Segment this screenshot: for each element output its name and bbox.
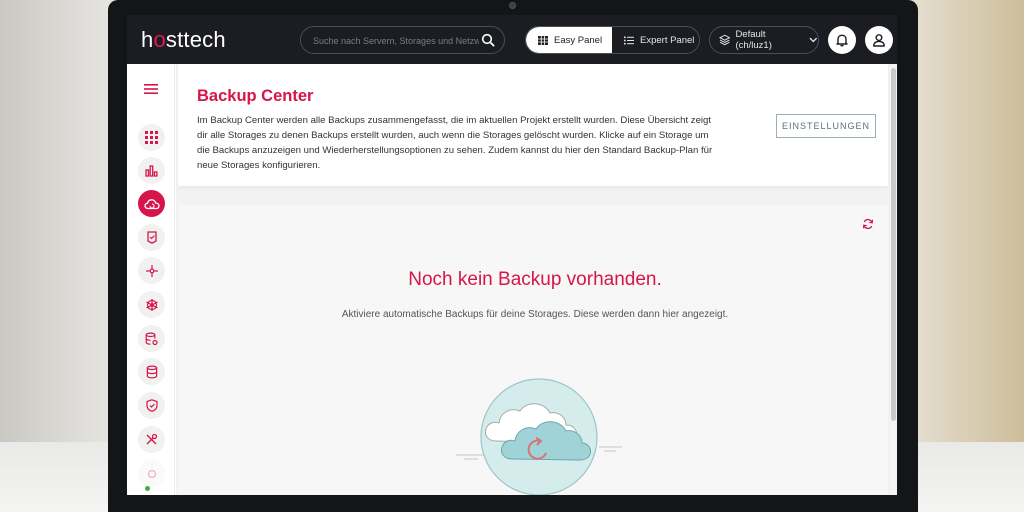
sidebar-item-database-settings[interactable] [138, 325, 165, 352]
security-icon [145, 399, 158, 412]
cloud-illustration [456, 378, 622, 495]
main-content: Backup Center Im Backup Center werden al… [176, 64, 897, 495]
backups-empty-state: Noch kein Backup vorhanden. Aktiviere au… [178, 205, 888, 495]
sidebar-item-database[interactable] [138, 358, 165, 385]
circle-icon [147, 469, 156, 478]
easy-panel-label: Easy Panel [554, 34, 603, 46]
cloud-backup-icon [143, 198, 160, 209]
camera-dot [509, 2, 516, 9]
notifications-button[interactable] [828, 26, 856, 54]
tools-icon [146, 433, 158, 445]
hamburger-menu-icon[interactable] [144, 83, 158, 95]
network-icon [145, 264, 158, 277]
page-description: Im Backup Center werden alle Backups zus… [197, 115, 713, 171]
sidebar-item-network[interactable] [138, 257, 165, 284]
sidebar-item-tools[interactable] [138, 426, 165, 453]
brand-logo[interactable]: hosttech [141, 27, 226, 53]
sidebar-item-ssl[interactable] [138, 224, 165, 251]
chevron-down-icon [809, 37, 818, 43]
sidebar-item-dashboard[interactable] [138, 124, 165, 151]
user-icon [873, 34, 885, 47]
bell-icon [836, 34, 848, 47]
status-dot [145, 486, 150, 491]
shield-doc-icon [146, 231, 157, 244]
grid-icon [538, 35, 548, 45]
app-screen: hosttech Easy Panel [127, 15, 897, 495]
chart-icon [145, 165, 158, 177]
sidebar-item-kubernetes[interactable] [138, 291, 165, 318]
scrollbar-thumb[interactable] [891, 68, 896, 421]
list-icon [624, 36, 634, 44]
panel-mode-toggle: Easy Panel Expert Panel [525, 26, 700, 54]
empty-state-subtitle: Aktiviere automatische Backups für deine… [341, 309, 729, 320]
empty-state-title: Noch kein Backup vorhanden. [408, 269, 662, 290]
sidebar-item-more[interactable] [138, 460, 165, 487]
expert-panel-label: Expert Panel [640, 34, 695, 46]
search-input[interactable] [313, 32, 479, 49]
settings-button[interactable]: EINSTELLUNGEN [776, 114, 876, 138]
database-icon [146, 364, 157, 378]
search-box [300, 26, 505, 54]
vertical-scrollbar[interactable] [890, 64, 897, 495]
expert-panel-button[interactable]: Expert Panel [612, 27, 699, 53]
sidebar [127, 64, 175, 495]
refresh-icon[interactable] [862, 218, 874, 230]
database-settings-icon [145, 331, 158, 345]
backup-center-header: Backup Center Im Backup Center werden al… [178, 64, 888, 186]
dashboard-icon [145, 131, 158, 144]
page-title: Backup Center [197, 87, 314, 105]
search-icon[interactable] [481, 33, 495, 47]
project-selector[interactable]: Default (ch/luz1) [709, 26, 819, 54]
kubernetes-icon [145, 298, 158, 311]
project-label: Default (ch/luz1) [735, 29, 772, 51]
layers-icon [719, 34, 731, 46]
sidebar-item-backup-center[interactable] [138, 190, 165, 217]
sidebar-item-security[interactable] [138, 392, 165, 419]
sidebar-item-statistics[interactable] [138, 157, 165, 184]
easy-panel-button[interactable]: Easy Panel [526, 27, 612, 53]
top-bar: hosttech Easy Panel [127, 15, 897, 64]
user-menu-button[interactable] [865, 26, 893, 54]
